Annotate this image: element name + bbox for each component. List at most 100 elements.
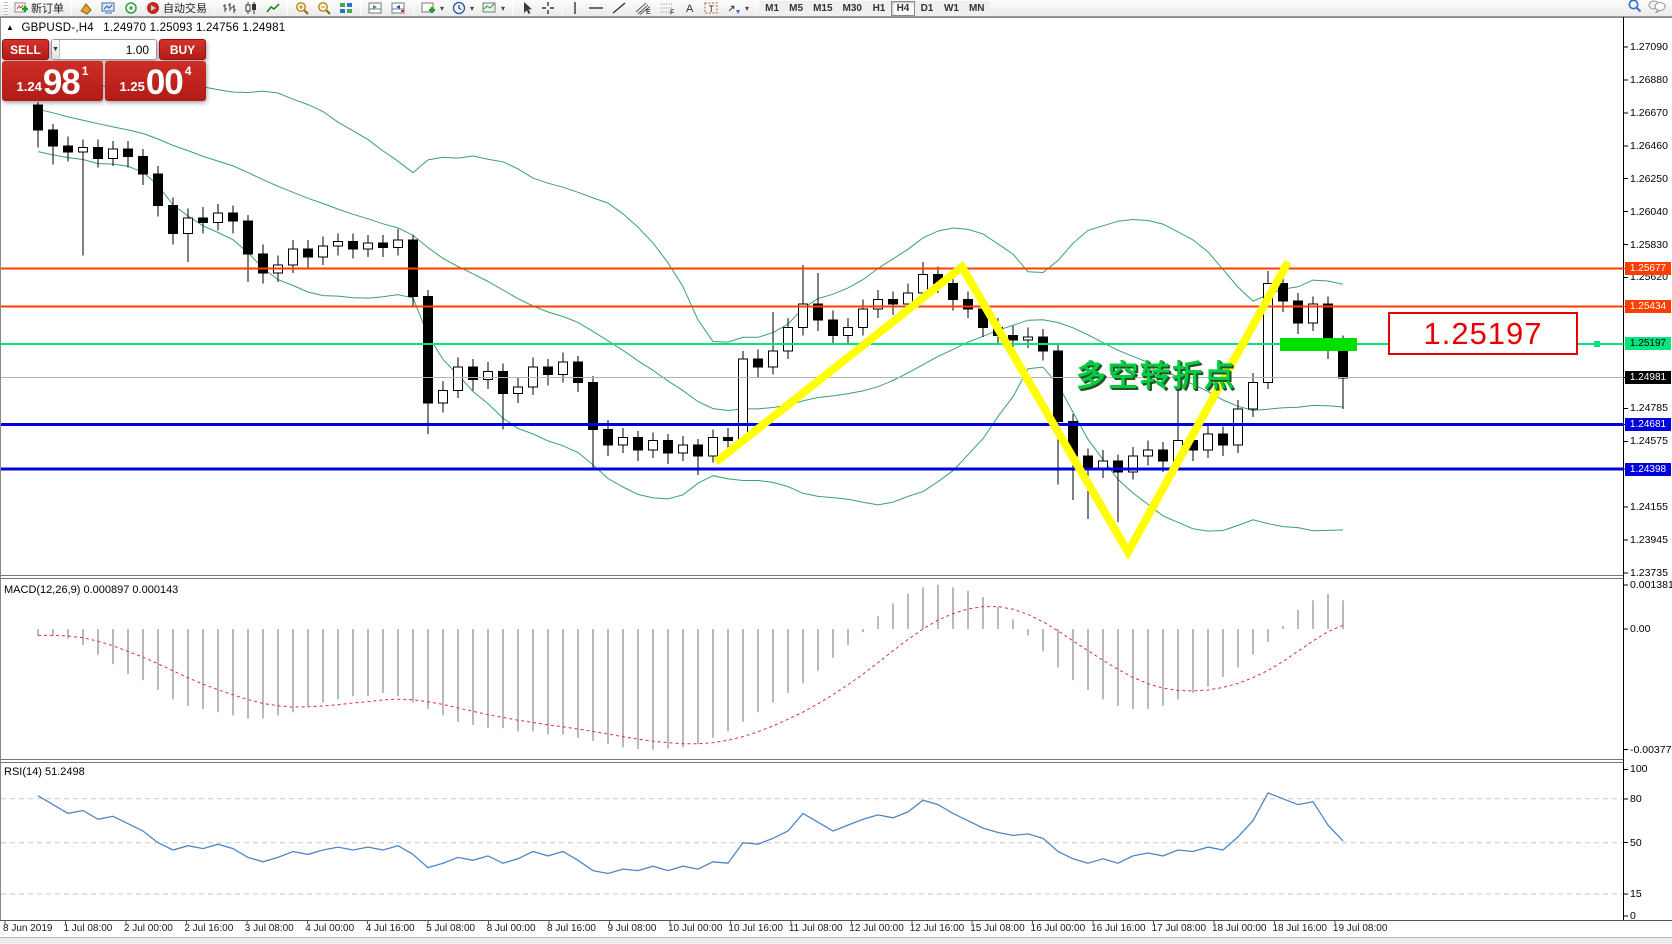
candle-chart-mode-button[interactable] (240, 1, 262, 16)
market-watch-button[interactable] (97, 1, 120, 16)
autotrade-button[interactable]: 自动交易 (142, 1, 211, 16)
bar-chart-mode-button[interactable] (218, 1, 240, 16)
autotrade-icon (146, 1, 160, 15)
text-label-tool-button[interactable]: T (700, 1, 723, 16)
line-chart-mode-button[interactable] (262, 1, 284, 16)
timeframe-m15-button[interactable]: M15 (808, 1, 837, 16)
main-toolbar: 新订单 自动交易 ▾ ▾ ▾ E F A T ▾ (0, 0, 1672, 17)
toolbar-grip[interactable] (4, 2, 8, 15)
timeframe-h1-button[interactable]: H1 (867, 1, 891, 16)
buy-price-pip: 4 (185, 64, 192, 78)
new-order-icon (14, 1, 28, 15)
templates-button[interactable]: ▾ (478, 1, 509, 16)
timeframe-m30-button[interactable]: M30 (838, 1, 867, 16)
text-a-icon: A (684, 1, 696, 15)
search-icon[interactable] (1627, 0, 1642, 18)
fibonacci-tool-button[interactable]: E (631, 1, 656, 16)
toolbar-separator (562, 2, 563, 15)
new-chart-icon (421, 1, 436, 15)
dropdown-arrow-icon: ▾ (745, 4, 749, 13)
svg-text:E: E (646, 9, 651, 15)
zoom-in-button[interactable] (291, 1, 313, 16)
chart-window[interactable]: ▲ GBPUSD-,H4 1.24970 1.25093 1.24756 1.2… (0, 17, 1672, 944)
new-order-button[interactable]: 新订单 (10, 1, 68, 16)
vertical-line-tool-button[interactable] (566, 1, 584, 16)
timeframe-h4-button[interactable]: H4 (891, 1, 915, 16)
quick-tool-button[interactable] (75, 1, 97, 16)
templates-icon (482, 1, 497, 15)
one-click-trading-panel: SELL ▼ ▲ BUY 1.24 98 1 1.25 00 4 (2, 39, 206, 101)
collapse-arrow-icon[interactable]: ▲ (6, 23, 14, 32)
macd-label: MACD(12,26,9) 0.000897 0.000143 (4, 584, 178, 596)
new-order-label: 新订单 (31, 0, 64, 16)
toolbar-separator (413, 2, 414, 15)
vertical-line-icon (570, 1, 580, 15)
tile-windows-button[interactable] (335, 1, 357, 16)
horizontal-line-tool-button[interactable] (584, 1, 608, 16)
volume-input[interactable] (60, 40, 157, 59)
buy-price-big: 00 (146, 68, 183, 98)
line-chart-icon (266, 1, 280, 15)
window-bottom-strip (0, 937, 1672, 944)
tile-windows-icon (339, 1, 353, 15)
timeframe-mn-button[interactable]: MN (964, 1, 990, 16)
clock-icon (452, 1, 466, 15)
sell-price-pip: 1 (82, 64, 89, 78)
toolbar-separator (756, 2, 757, 15)
zoom-out-button[interactable] (313, 1, 335, 16)
horizontal-line-icon (588, 1, 604, 15)
buy-price-prefix: 1.25 (120, 79, 145, 94)
candle-chart-icon (244, 1, 258, 15)
price-tag-label[interactable]: 1.25197 (1388, 312, 1578, 355)
cursor-tool-button[interactable] (516, 1, 537, 16)
mt4-app: 新订单 自动交易 ▾ ▾ ▾ E F A T ▾ (0, 0, 1672, 944)
volume-decrease-button[interactable]: ▼ (52, 40, 60, 59)
svg-text:T: T (709, 4, 715, 14)
monitor-chart-icon (101, 1, 116, 15)
crosshair-tool-button[interactable] (537, 1, 559, 16)
object-window-icon (391, 1, 406, 15)
svg-text:A: A (686, 3, 694, 15)
buy-price-tile[interactable]: 1.25 00 4 (105, 61, 206, 101)
zoom-out-icon (317, 1, 331, 15)
signal-icon (124, 1, 138, 15)
buy-button[interactable]: BUY (159, 39, 206, 60)
symbol-quotes: 1.24970 1.25093 1.24756 1.24981 (103, 22, 285, 34)
symbol-header: ▲ GBPUSD-,H4 1.24970 1.25093 1.24756 1.2… (6, 22, 285, 34)
autotrade-label: 自动交易 (163, 0, 207, 16)
new-chart-button[interactable]: ▾ (417, 1, 448, 16)
timeframe-m1-button[interactable]: M1 (760, 1, 784, 16)
label-t-icon: T (704, 1, 719, 15)
periodicity-button[interactable]: ▾ (448, 1, 478, 16)
timeframe-m5-button[interactable]: M5 (784, 1, 808, 16)
toolbar-separator (71, 2, 72, 15)
cursor-icon (520, 1, 533, 15)
dropdown-arrow-icon: ▾ (470, 4, 474, 13)
symbol-name: GBPUSD-,H4 (22, 22, 94, 34)
sell-price-tile[interactable]: 1.24 98 1 (2, 61, 103, 101)
sell-price-prefix: 1.24 (17, 79, 42, 94)
object-window-button[interactable] (387, 1, 410, 16)
chinese-annotation-text[interactable]: 多空转折点 (1076, 351, 1236, 395)
chart-canvas[interactable] (0, 0, 1672, 944)
grid-tool-button[interactable]: F (656, 1, 680, 16)
bar-chart-icon (222, 1, 236, 15)
svg-text:F: F (670, 10, 674, 16)
grid-icon: F (660, 1, 676, 15)
timeframe-w1-button[interactable]: W1 (939, 1, 964, 16)
toolbar-separator (287, 2, 288, 15)
shapes-tool-button[interactable]: ▾ (723, 1, 753, 16)
shapes-icon (727, 1, 741, 15)
rsi-label: RSI(14) 51.2498 (4, 766, 85, 778)
sell-button[interactable]: SELL (2, 39, 49, 60)
zoom-in-icon (295, 1, 309, 15)
chat-icon[interactable] (1648, 0, 1666, 18)
indicator-window-icon (368, 1, 383, 15)
timeframe-group: M1M5M15M30H1H4D1W1MN (760, 1, 989, 16)
text-tool-button[interactable]: A (680, 1, 700, 16)
indicator-window-button[interactable] (364, 1, 387, 16)
timeframe-d1-button[interactable]: D1 (915, 1, 939, 16)
fibonacci-icon: E (635, 1, 652, 15)
trendline-tool-button[interactable] (608, 1, 631, 16)
signal-button[interactable] (120, 1, 142, 16)
